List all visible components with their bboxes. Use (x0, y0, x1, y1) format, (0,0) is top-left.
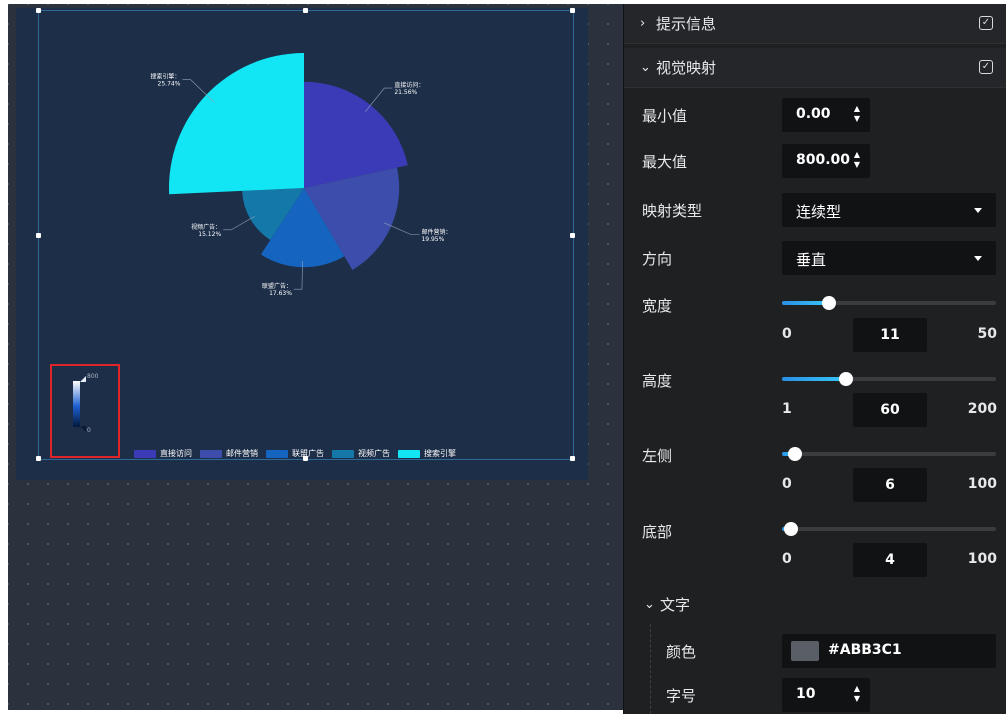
map-type-label: 映射类型 (642, 202, 703, 220)
pie-slice-label: 邮件营销： (421, 228, 451, 236)
legend-swatch (134, 449, 156, 458)
legend-label: 邮件营销 (226, 449, 258, 458)
direction-label: 方向 (642, 250, 673, 268)
text-subgroup: ⌄ 文字 颜色 #ABB3C1 字号 10 ▲ ▼ (624, 584, 1006, 714)
chart-widget[interactable]: 直接访问： 21.56% 邮件营销： 19.95% 联盟广告： 17.63% 视频广告： 15… (16, 8, 588, 480)
pie-slice-label: 19.95% (421, 236, 444, 243)
color-value: #ABB3C1 (828, 642, 902, 658)
height-input[interactable]: 60 (853, 393, 927, 427)
height-max: 200 (967, 401, 997, 417)
left-label: 左侧 (642, 447, 673, 465)
pie-slice-label: 15.12% (198, 231, 221, 238)
pie-slice-label: 视频广告： (191, 223, 221, 231)
visual-map-max-handle[interactable] (80, 376, 86, 382)
enable-checkbox-icon[interactable]: ✓ (979, 60, 993, 74)
legend-item[interactable]: 搜索引擎 (398, 448, 456, 459)
font-size-input[interactable]: 10 ▲ ▼ (782, 678, 870, 712)
text-subgroup-title: 文字 (660, 595, 691, 614)
bottom-label: 底部 (642, 523, 673, 541)
width-input[interactable]: 11 (853, 318, 927, 352)
text-color-input[interactable]: #ABB3C1 (782, 634, 996, 668)
chevron-down-icon: ⌄ (640, 60, 651, 75)
direction-select[interactable]: 垂直 (782, 241, 996, 275)
chart-legend: 直接访问 邮件营销 联盟广告 视频广告 搜索引擎 (134, 448, 456, 459)
pie-slice-label: 搜索引擎： (150, 73, 180, 81)
bottom-max: 100 (967, 551, 997, 567)
group-header-tooltip[interactable]: › 提示信息 ✓ (624, 4, 1006, 44)
left-input[interactable]: 6 (853, 468, 927, 502)
caret-down-icon (974, 256, 982, 261)
visual-map-min-label: 0 (87, 427, 91, 434)
visual-map-min-handle[interactable] (80, 426, 86, 432)
min-value-label: 最小值 (642, 107, 688, 125)
width-slider[interactable] (782, 296, 996, 310)
legend-label: 视频广告 (358, 449, 390, 458)
group-header-visual-map[interactable]: ⌄ 视觉映射 ✓ (624, 48, 1006, 88)
chevron-down-icon: ⌄ (644, 596, 655, 612)
subgroup-guide-line (650, 624, 651, 714)
slider-thumb[interactable] (787, 447, 802, 461)
slider-fill (782, 377, 847, 381)
width-label: 宽度 (642, 297, 673, 315)
stepper-icon[interactable]: ▲ ▼ (853, 104, 861, 124)
slider-thumb[interactable] (839, 372, 854, 386)
pie-label-line (223, 216, 255, 231)
bottom-min: 0 (782, 551, 792, 567)
height-slider[interactable] (782, 372, 996, 386)
min-value-input[interactable]: 0.00 ▲ ▼ (782, 98, 870, 132)
enable-checkbox-icon[interactable]: ✓ (979, 16, 993, 30)
map-type-select[interactable]: 连续型 (782, 193, 996, 227)
map-type-value: 连续型 (796, 203, 842, 221)
group-title: 提示信息 (656, 15, 717, 33)
pie-slice-label: 联盟广告： (262, 282, 292, 290)
legend-item[interactable]: 直接访问 (134, 448, 192, 459)
left-min: 0 (782, 476, 792, 492)
legend-swatch (266, 449, 288, 458)
max-value-input[interactable]: 800.00 ▲ ▼ (782, 144, 870, 178)
legend-label: 直接访问 (160, 449, 192, 458)
pie-slice[interactable] (169, 52, 304, 195)
legend-item[interactable]: 联盟广告 (266, 448, 324, 459)
group-title: 视觉映射 (656, 59, 717, 77)
font-size-label: 字号 (666, 687, 697, 705)
design-canvas[interactable]: 直接访问： 21.56% 邮件营销： 19.95% 联盟广告： 17.63% 视频广告： 15… (8, 4, 623, 710)
width-min: 0 (782, 326, 792, 342)
legend-item[interactable]: 邮件营销 (200, 448, 258, 459)
font-size-value: 10 (796, 686, 816, 702)
left-max: 100 (967, 476, 997, 492)
pie-slice-label: 25.74% (158, 81, 181, 88)
pie-slice-label: 21.56% (394, 89, 417, 96)
text-subgroup-header[interactable]: ⌄ 文字 (624, 584, 690, 624)
color-swatch[interactable] (791, 641, 819, 661)
caret-down-icon (974, 208, 982, 213)
legend-label: 联盟广告 (292, 449, 324, 458)
chevron-right-icon: › (640, 16, 646, 31)
max-value-label: 最大值 (642, 153, 688, 171)
visual-map-gradient-bar[interactable] (73, 381, 80, 427)
pie-slice-label: 直接访问： (394, 81, 424, 89)
direction-value: 垂直 (796, 251, 827, 269)
bottom-input[interactable]: 4 (853, 543, 927, 577)
legend-label: 搜索引擎 (424, 449, 456, 458)
height-label: 高度 (642, 372, 673, 390)
slider-thumb[interactable] (783, 522, 798, 536)
width-max: 50 (977, 326, 997, 342)
slider-thumb[interactable] (822, 296, 837, 310)
stepper-icon[interactable]: ▲ ▼ (853, 684, 861, 704)
text-color-label: 颜色 (666, 643, 697, 661)
legend-swatch (398, 449, 420, 458)
pie-slice-label: 17.63% (269, 290, 292, 297)
min-value-text: 0.00 (796, 106, 831, 122)
visual-map-max-label: 800 (87, 373, 99, 380)
left-slider[interactable] (782, 447, 996, 461)
stepper-icon[interactable]: ▲ ▼ (853, 150, 861, 170)
max-value-text: 800.00 (796, 152, 851, 168)
height-min: 1 (782, 401, 792, 417)
legend-swatch (200, 449, 222, 458)
legend-item[interactable]: 视频广告 (332, 448, 390, 459)
property-panel: › 提示信息 ✓ ⌄ 视觉映射 ✓ 最小值 0.00 ▲ ▼ 最大值 800.00… (623, 4, 1006, 714)
bottom-slider[interactable] (782, 522, 996, 536)
legend-swatch (332, 449, 354, 458)
